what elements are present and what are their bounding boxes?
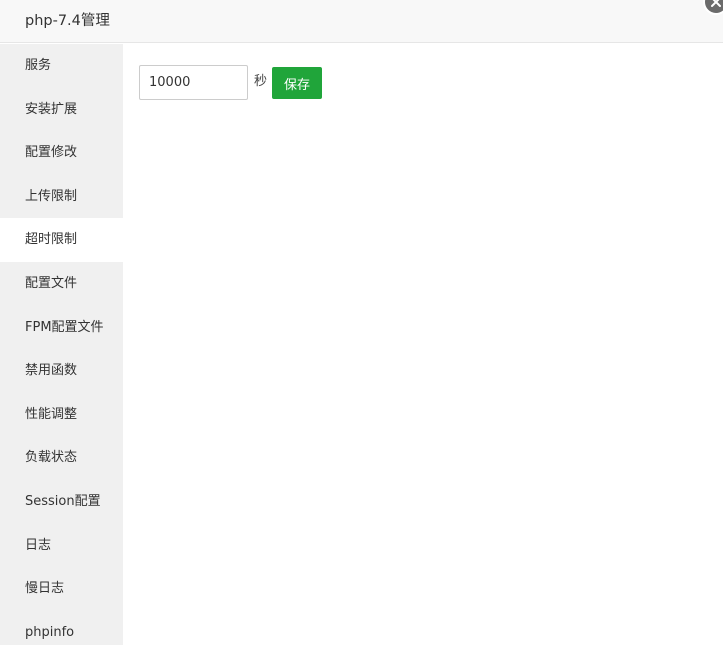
sidebar-item-label: 负载状态 [25, 450, 78, 466]
sidebar-item-label: FPM配置文件 [25, 319, 104, 335]
sidebar-item-config-file[interactable]: 配置文件 [0, 262, 123, 306]
sidebar-item-label: 配置修改 [25, 145, 78, 161]
sidebar-item-label: 服务 [25, 58, 52, 73]
sidebar-item-performance-tuning[interactable]: 性能调整 [0, 393, 123, 437]
sidebar-item-label: 超时限制 [25, 232, 78, 248]
php-manager-dialog: php-7.4管理 服务 安装扩展 配置修改 上传限制 超时限制 配置文件 FP… [0, 0, 723, 645]
sidebar-item-session-config[interactable]: Session配置 [0, 480, 123, 524]
sidebar-item-phpinfo[interactable]: phpinfo [0, 611, 123, 645]
sidebar-item-load-status[interactable]: 负载状态 [0, 436, 123, 480]
sidebar-item-label: 日志 [25, 537, 52, 553]
sidebar-item-fpm-config-file[interactable]: FPM配置文件 [0, 306, 123, 350]
save-button[interactable]: 保存 [272, 67, 322, 99]
sidebar-item-install-extension[interactable]: 安装扩展 [0, 88, 123, 132]
dialog-titlebar: php-7.4管理 [0, 0, 723, 43]
sidebar-item-label: 禁用函数 [25, 363, 78, 379]
sidebar-item-label: 性能调整 [25, 406, 78, 422]
dialog-title: php-7.4管理 [25, 13, 110, 29]
sidebar-item-disabled-functions[interactable]: 禁用函数 [0, 349, 123, 393]
sidebar-item-config-edit[interactable]: 配置修改 [0, 131, 123, 175]
sidebar-item-label: 慢日志 [25, 581, 65, 597]
timeout-unit-label: 秒 [254, 74, 268, 89]
sidebar-item-upload-limit[interactable]: 上传限制 [0, 175, 123, 219]
timeout-settings-panel: 秒 保存 [123, 44, 723, 645]
sidebar-item-service[interactable]: 服务 [0, 44, 123, 88]
sidebar-item-label: phpinfo [25, 624, 75, 640]
timeout-input[interactable] [139, 65, 248, 100]
sidebar-item-timeout-limit[interactable]: 超时限制 [0, 218, 123, 262]
sidebar-item-label: 配置文件 [25, 275, 78, 291]
sidebar-item-log[interactable]: 日志 [0, 524, 123, 568]
sidebar-item-label: 上传限制 [25, 188, 78, 204]
sidebar-item-slow-log[interactable]: 慢日志 [0, 567, 123, 611]
sidebar-item-label: Session配置 [25, 493, 101, 509]
sidebar-item-label: 安装扩展 [25, 101, 78, 117]
sidebar-nav: 服务 安装扩展 配置修改 上传限制 超时限制 配置文件 FPM配置文件 禁用函数… [0, 44, 123, 645]
close-icon [711, 0, 721, 7]
